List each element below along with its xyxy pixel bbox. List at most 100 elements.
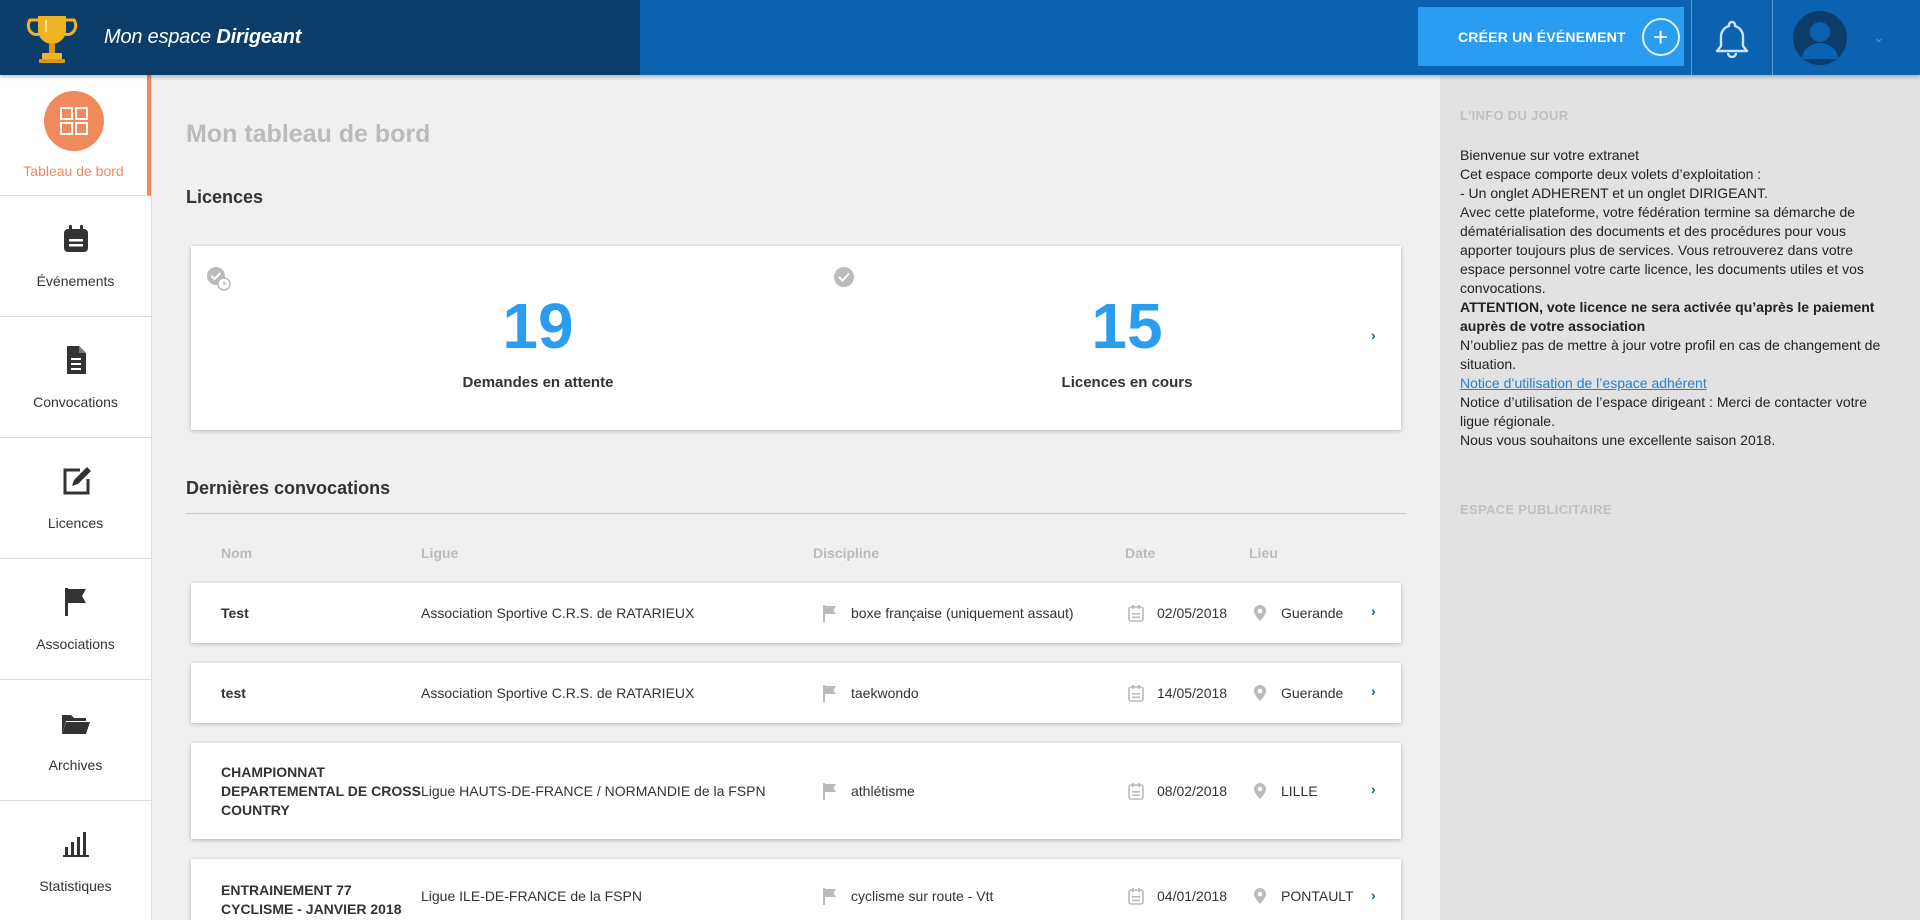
info-panel: L'INFO DU JOUR Bienvenue sur votre extra…	[1440, 75, 1920, 920]
row-discipline: boxe française (uniquement assaut)	[851, 605, 1074, 621]
convocations-section-title: Dernières convocations	[186, 478, 391, 498]
avatar	[1793, 10, 1847, 65]
sidebar-item-label: Archives	[48, 757, 103, 773]
row-ligue: Ligue ILE-DE-FRANCE de la FSPN	[421, 888, 642, 904]
table-row[interactable]: ENTRAINEMENT 77 CYCLISME - JANVIER 2018 …	[191, 859, 1401, 920]
row-ligue: Ligue HAUTS-DE-FRANCE / NORMANDIE de la …	[421, 783, 766, 799]
table-row[interactable]: CHAMPIONNAT DEPARTEMENTAL DE CROSS COUNT…	[191, 743, 1401, 839]
row-lieu: LILLE	[1281, 783, 1318, 799]
info-update: N’oubliez pas de mettre à jour votre pro…	[1460, 337, 1881, 372]
row-date-cell: 08/02/2018	[1127, 743, 1247, 839]
dashboard-icon-circle	[43, 91, 104, 151]
row-discipline: taekwondo	[851, 685, 919, 701]
location-pin-icon	[1254, 685, 1266, 701]
check-circle-icon	[834, 267, 854, 287]
stat-pending-requests[interactable]: 19 Demandes en attente	[338, 246, 738, 391]
chevron-right-icon[interactable]: ›	[1371, 887, 1376, 903]
info-warning: ATTENTION, vote licence ne sera activée …	[1460, 299, 1875, 334]
chevron-down-icon: ⌄	[1873, 29, 1885, 45]
info-line: - Un onglet ADHERENT et un onglet DIRIGE…	[1460, 185, 1768, 201]
sidebar-item-label: Statistiques	[39, 878, 112, 894]
row-discipline-cell: athlétisme	[821, 743, 1131, 839]
row-ligue: Association Sportive C.R.S. de RATARIEUX	[421, 685, 695, 701]
dashboard-icon	[59, 107, 88, 135]
row-discipline: athlétisme	[851, 783, 915, 799]
brand-area: Mon espace Dirigeant	[0, 0, 640, 75]
row-nom: Test	[221, 604, 249, 621]
calendar-icon	[1128, 888, 1144, 905]
row-lieu-cell: LILLE	[1251, 743, 1371, 839]
trophy-icon	[26, 15, 78, 63]
sidebar-item-associations[interactable]: Associations	[0, 559, 151, 680]
row-date: 14/05/2018	[1157, 685, 1228, 701]
notice-adherent-link[interactable]: Notice d’utilisation de l’espace adhéren…	[1460, 375, 1707, 391]
sidebar-item-label: Tableau de bord	[23, 163, 124, 179]
notifications-button[interactable]	[1692, 0, 1772, 75]
info-line: Cet espace comporte deux volets d’exploi…	[1460, 166, 1762, 182]
sidebar-item-evenements[interactable]: Événements	[0, 196, 151, 317]
row-lieu-cell: PONTAULT	[1251, 887, 1371, 905]
row-nom: ENTRAINEMENT 77 CYCLISME - JANVIER 2018	[221, 882, 402, 917]
column-header-ligue: Ligue	[421, 545, 459, 561]
licences-section-title: Licences	[186, 187, 264, 207]
table-row[interactable]: Test Association Sportive C.R.S. de RATA…	[191, 583, 1401, 643]
info-line: Bienvenue sur votre extranet	[1460, 147, 1639, 163]
row-date-cell: 02/05/2018	[1127, 583, 1247, 643]
row-date: 02/05/2018	[1157, 605, 1228, 621]
row-date-cell: 04/01/2018	[1127, 887, 1247, 905]
main-content: Mon tableau de bord Licences 19 Demandes…	[186, 75, 1406, 920]
bar-chart-icon	[62, 832, 89, 857]
user-icon	[1802, 21, 1838, 59]
notice-dirigeant: Notice d’utilisation de l’espace dirigea…	[1460, 394, 1867, 429]
page-title: Mon tableau de bord	[186, 120, 431, 148]
row-discipline-cell: cyclisme sur route - Vtt	[821, 887, 1131, 905]
info-line: Avec cette plateforme, votre fédération …	[1460, 204, 1864, 296]
calendar-icon	[1128, 685, 1144, 702]
info-content: Bienvenue sur votre extranet Cet espace …	[1460, 146, 1899, 450]
sidebar: Tableau de bord Événements Convocations …	[0, 75, 152, 920]
chevron-right-icon[interactable]: ›	[1371, 327, 1376, 343]
row-discipline-cell: boxe française (uniquement assaut)	[821, 583, 1131, 643]
sidebar-item-licences[interactable]: Licences	[0, 438, 151, 559]
chevron-right-icon[interactable]: ›	[1371, 603, 1376, 619]
calendar-icon	[1128, 605, 1144, 622]
sidebar-item-label: Convocations	[33, 394, 118, 410]
sidebar-item-label: Événements	[36, 273, 115, 289]
section-divider	[186, 513, 1406, 514]
top-bar: Mon espace Dirigeant CRÉER UN ÉVÉNEMENT …	[0, 0, 1920, 75]
sidebar-item-archives[interactable]: Archives	[0, 680, 151, 801]
column-header-discipline: Discipline	[813, 545, 880, 561]
row-date-cell: 14/05/2018	[1127, 663, 1247, 723]
chevron-right-icon[interactable]: ›	[1371, 683, 1376, 699]
location-pin-icon	[1254, 605, 1266, 621]
row-ligue: Association Sportive C.R.S. de RATARIEUX	[421, 605, 695, 621]
sidebar-item-tableau-de-bord[interactable]: Tableau de bord	[0, 75, 151, 196]
table-row[interactable]: test Association Sportive C.R.S. de RATA…	[191, 663, 1401, 723]
sidebar-item-convocations[interactable]: Convocations	[0, 317, 151, 438]
app-title: Mon espace Dirigeant	[104, 26, 301, 49]
stat-value: 19	[502, 290, 574, 362]
row-lieu-cell: Guerande	[1251, 583, 1371, 643]
sidebar-item-label: Associations	[36, 636, 115, 652]
flag-icon	[823, 685, 836, 702]
row-date: 04/01/2018	[1157, 888, 1228, 904]
column-header-nom: Nom	[221, 545, 253, 561]
column-header-date: Date	[1125, 545, 1156, 561]
flag-icon	[64, 588, 86, 616]
document-icon	[66, 346, 86, 374]
flag-icon	[823, 783, 836, 800]
row-discipline: cyclisme sur route - Vtt	[851, 888, 994, 904]
chevron-right-icon[interactable]: ›	[1371, 781, 1376, 797]
row-nom: test	[221, 684, 246, 701]
create-event-button[interactable]: CRÉER UN ÉVÉNEMENT +	[1418, 7, 1684, 66]
row-discipline-cell: taekwondo	[821, 663, 1131, 723]
stat-active-licences[interactable]: 15 Licences en cours	[927, 246, 1327, 391]
ad-space-title: ESPACE PUBLICITAIRE	[1460, 502, 1612, 517]
location-pin-icon	[1254, 888, 1266, 904]
user-menu-button[interactable]: ⌄	[1773, 0, 1920, 75]
stat-caption: Licences en cours	[1061, 374, 1193, 391]
sidebar-item-statistiques[interactable]: Statistiques	[0, 801, 151, 920]
table-header: Nom Ligue Discipline Date Lieu	[186, 545, 1406, 565]
plus-circle-icon: +	[1641, 17, 1680, 56]
column-header-lieu: Lieu	[1249, 545, 1278, 561]
